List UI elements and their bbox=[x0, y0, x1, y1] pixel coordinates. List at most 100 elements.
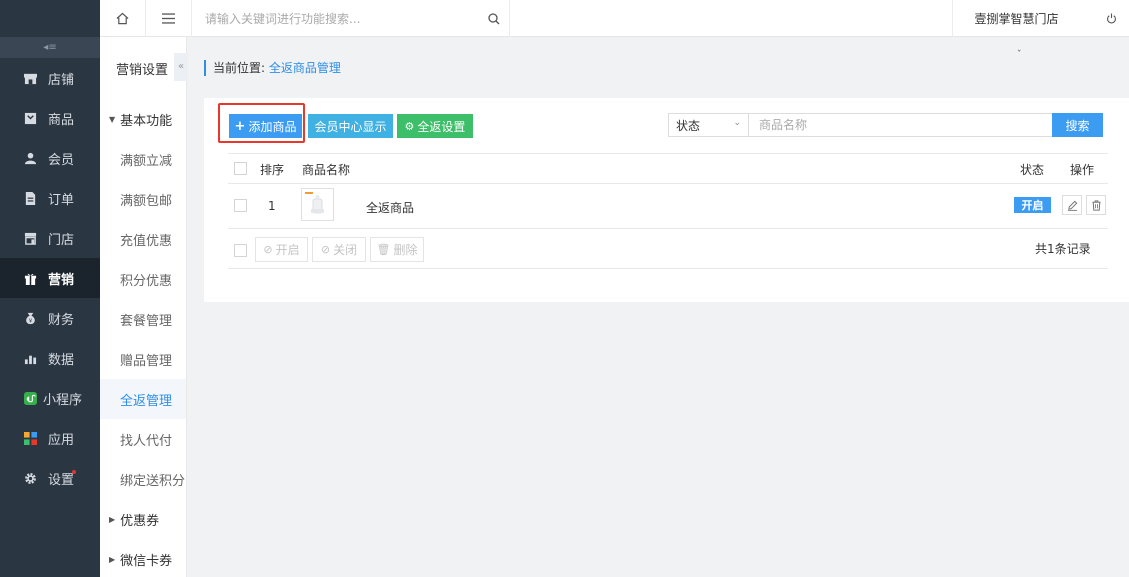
header-status: 状态 bbox=[1020, 163, 1045, 177]
goods-thumbnail[interactable] bbox=[301, 188, 334, 221]
nav-item-mini-program[interactable]: 小程序 bbox=[0, 378, 100, 418]
chevron-down-icon: ⌄ bbox=[733, 118, 741, 128]
search-button[interactable] bbox=[478, 0, 510, 37]
bulk-disable-button[interactable]: ⊘ 关闭 bbox=[312, 237, 366, 262]
search-submit-button[interactable]: 搜索 bbox=[1052, 113, 1103, 137]
group-label: 优惠券 bbox=[120, 513, 160, 529]
breadcrumb-prefix: 当前位置: bbox=[213, 61, 266, 75]
nav-label: 应用 bbox=[48, 432, 75, 448]
gear-icon bbox=[24, 472, 37, 485]
nav-item-shop[interactable]: 门店 bbox=[0, 218, 100, 258]
submenu-group-basic[interactable]: ▼ 基本功能 bbox=[100, 99, 186, 139]
total-records: 共1条记录 bbox=[1035, 242, 1091, 256]
edit-button[interactable] bbox=[1062, 195, 1082, 215]
top-bar: 壹捌掌智慧门店 bbox=[100, 0, 1129, 37]
nav-item-finance[interactable]: ¥ 财务 bbox=[0, 298, 100, 338]
nav-label: 会员 bbox=[48, 152, 75, 168]
bar-chart-icon bbox=[24, 352, 37, 365]
hamburger-menu-icon bbox=[162, 13, 175, 24]
member-center-label: 会员中心显示 bbox=[314, 119, 387, 134]
status-badge[interactable]: 开启 bbox=[1014, 197, 1051, 213]
collapse-menu-icon[interactable]: ◂≡ bbox=[0, 37, 100, 58]
status-select-value: 状态 bbox=[676, 118, 701, 133]
goods-name-input[interactable] bbox=[749, 113, 1053, 137]
add-goods-button[interactable]: + 添加商品 bbox=[229, 114, 302, 138]
nav-item-goods[interactable]: 商品 bbox=[0, 98, 100, 138]
settings-label: 全返设置 bbox=[417, 119, 466, 134]
home-icon bbox=[116, 12, 129, 25]
nav-item-apps[interactable]: 应用 bbox=[0, 418, 100, 458]
home-button[interactable] bbox=[100, 0, 146, 37]
nav-label: 设置 bbox=[48, 472, 75, 488]
menu-toggle-button[interactable] bbox=[146, 0, 192, 37]
submenu-item[interactable]: 满额包邮 bbox=[100, 179, 186, 219]
user-icon bbox=[24, 152, 37, 165]
submenu-item[interactable]: 赠品管理 bbox=[100, 339, 186, 379]
submenu-item[interactable]: 找人代付 bbox=[100, 419, 186, 459]
svg-text:¥: ¥ bbox=[29, 318, 33, 324]
submenu-item[interactable]: 满额立减 bbox=[100, 139, 186, 179]
submenu-item[interactable]: 绑定送积分 bbox=[100, 459, 186, 499]
nav-item-settings[interactable]: 设置 bbox=[0, 458, 100, 498]
select-all-checkbox[interactable] bbox=[234, 162, 247, 175]
table-divider bbox=[228, 153, 1108, 154]
nav-item-marketing[interactable]: 营销 bbox=[0, 258, 100, 298]
row-order: 1 bbox=[268, 199, 276, 213]
delete-button[interactable] bbox=[1086, 195, 1106, 215]
add-goods-label: 添加商品 bbox=[248, 119, 297, 134]
nav-label: 店铺 bbox=[48, 72, 75, 88]
store-icon bbox=[24, 72, 37, 85]
nav-label: 数据 bbox=[48, 352, 75, 368]
main-sidebar: ◂≡ 店铺 商品 会员 订单 门店 营销 ¥ 财务 数据 小程序 应用 设置 bbox=[0, 0, 100, 577]
shop-icon bbox=[24, 232, 37, 245]
full-return-settings-button[interactable]: ⚙ 全返设置 bbox=[397, 114, 473, 138]
secondary-menu: 营销设置 « ▼ 基本功能 满额立减 满额包邮 充值优惠 积分优惠 套餐管理 赠… bbox=[100, 37, 188, 577]
breadcrumb: 当前位置: 全返商品管理 bbox=[204, 60, 341, 76]
nav-label: 财务 bbox=[48, 312, 75, 328]
bulk-enable-button[interactable]: ⊘ 开启 bbox=[255, 237, 308, 262]
table-divider bbox=[228, 183, 1108, 184]
submenu-group-wechat-cards[interactable]: ▶ 微信卡券 bbox=[100, 539, 186, 577]
bulk-disable-label: 关闭 bbox=[333, 243, 358, 257]
nav-item-store[interactable]: 店铺 bbox=[0, 58, 100, 98]
header-goods-name: 商品名称 bbox=[302, 163, 351, 177]
logout-button[interactable] bbox=[1094, 0, 1129, 37]
submenu-item[interactable]: 充值优惠 bbox=[100, 219, 186, 259]
submenu-item-active[interactable]: 全返管理 bbox=[100, 379, 186, 419]
plus-icon: + bbox=[234, 118, 246, 134]
gift-icon bbox=[24, 272, 37, 285]
check-circle-icon: ⊘ bbox=[263, 243, 273, 256]
header-action: 操作 bbox=[1070, 163, 1095, 177]
function-search-input[interactable] bbox=[192, 0, 510, 37]
submenu-item[interactable]: 套餐管理 bbox=[100, 299, 186, 339]
product-image-icon bbox=[305, 192, 324, 214]
notification-dot bbox=[72, 470, 76, 474]
goods-icon bbox=[24, 112, 37, 125]
row-goods-name: 全返商品 bbox=[366, 201, 415, 215]
submenu-group-coupons[interactable]: ▶ 优惠券 bbox=[100, 499, 186, 539]
nav-item-data[interactable]: 数据 bbox=[0, 338, 100, 378]
collapse-submenu-icon[interactable]: « bbox=[174, 53, 188, 81]
edit-icon bbox=[1067, 200, 1077, 211]
breadcrumb-current[interactable]: 全返商品管理 bbox=[269, 61, 341, 75]
nav-item-order[interactable]: 订单 bbox=[0, 178, 100, 218]
bulk-delete-button[interactable]: 🗑 删除 bbox=[370, 237, 424, 262]
row-checkbox[interactable] bbox=[234, 199, 247, 212]
ban-icon: ⊘ bbox=[320, 243, 331, 256]
chevron-down-icon[interactable]: ˇ bbox=[1017, 50, 1022, 60]
search-label: 搜索 bbox=[1065, 118, 1090, 133]
table-divider bbox=[228, 228, 1108, 229]
submenu-item[interactable]: 积分优惠 bbox=[100, 259, 186, 299]
logo-area bbox=[0, 0, 100, 37]
nav-item-member[interactable]: 会员 bbox=[0, 138, 100, 178]
header-order: 排序 bbox=[260, 163, 285, 177]
caret-right-icon: ▶ bbox=[109, 514, 116, 524]
member-center-display-button[interactable]: 会员中心显示 bbox=[308, 114, 393, 138]
caret-down-icon: ▼ bbox=[109, 114, 116, 124]
group-label: 微信卡券 bbox=[120, 553, 173, 569]
nav-label: 营销 bbox=[48, 272, 75, 288]
status-select[interactable]: 状态 ⌄ bbox=[668, 113, 749, 137]
bulk-delete-label: 删除 bbox=[393, 243, 418, 257]
bulk-select-checkbox[interactable] bbox=[234, 244, 247, 257]
store-name[interactable]: 壹捌掌智慧门店 bbox=[952, 0, 1080, 37]
